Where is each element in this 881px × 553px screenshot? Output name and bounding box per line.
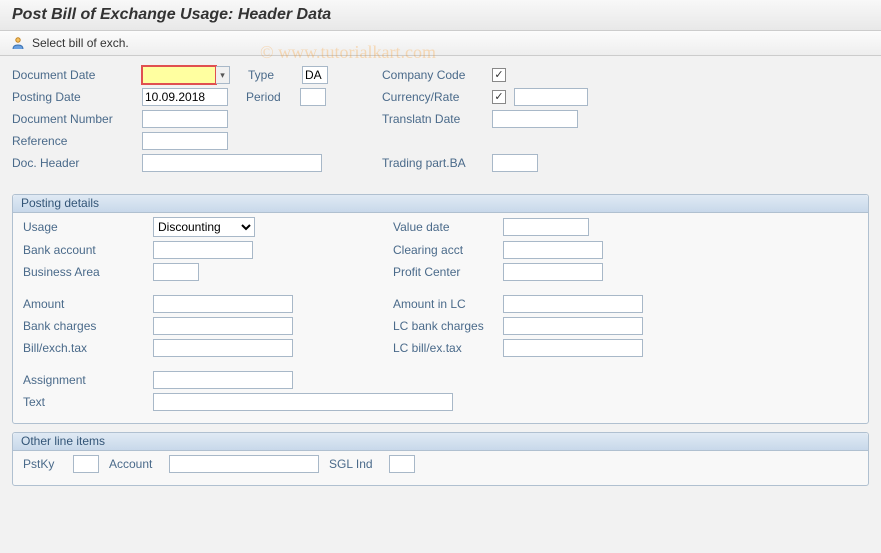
business-area-label: Business Area <box>23 265 153 279</box>
posting-date-input[interactable] <box>142 88 228 106</box>
document-number-label: Document Number <box>12 112 142 126</box>
document-date-input[interactable] <box>142 66 216 84</box>
assignment-label: Assignment <box>23 373 153 387</box>
header-fields: Document Date ▾ Type Company Code ✓ Post… <box>0 56 881 186</box>
currency-check-icon: ✓ <box>492 90 506 104</box>
document-number-input[interactable] <box>142 110 228 128</box>
lc-bill-ex-tax-label: LC bill/ex.tax <box>393 341 503 355</box>
amount-input[interactable] <box>153 295 293 313</box>
bill-exch-tax-label: Bill/exch.tax <box>23 341 153 355</box>
assignment-input[interactable] <box>153 371 293 389</box>
value-date-input[interactable] <box>503 218 589 236</box>
period-input[interactable] <box>300 88 326 106</box>
bank-account-label: Bank account <box>23 243 153 257</box>
posting-details-group: Posting details Usage Discounting Value … <box>12 194 869 424</box>
type-input[interactable] <box>302 66 328 84</box>
rate-input[interactable] <box>514 88 588 106</box>
usage-label: Usage <box>23 220 153 234</box>
title-bar: Post Bill of Exchange Usage: Header Data <box>0 0 881 31</box>
clearing-acct-input[interactable] <box>503 241 603 259</box>
bank-charges-label: Bank charges <box>23 319 153 333</box>
other-line-items-group: Other line items PstKy Account SGL Ind <box>12 432 869 486</box>
company-code-label: Company Code <box>382 68 492 82</box>
posting-details-legend: Posting details <box>13 195 868 213</box>
amount-label: Amount <box>23 297 153 311</box>
lc-bank-charges-label: LC bank charges <box>393 319 503 333</box>
pstky-input[interactable] <box>73 455 99 473</box>
select-bill-icon[interactable] <box>10 35 26 51</box>
select-bill-button[interactable]: Select bill of exch. <box>32 36 129 50</box>
business-area-input[interactable] <box>153 263 199 281</box>
reference-label: Reference <box>12 134 142 148</box>
page-title: Post Bill of Exchange Usage: Header Data <box>12 6 869 24</box>
amount-in-lc-label: Amount in LC <box>393 297 503 311</box>
trading-part-ba-input[interactable] <box>492 154 538 172</box>
account-input[interactable] <box>169 455 319 473</box>
bank-charges-input[interactable] <box>153 317 293 335</box>
posting-date-label: Posting Date <box>12 90 142 104</box>
value-date-label: Value date <box>393 220 503 234</box>
toolbar: Select bill of exch. <box>0 31 881 56</box>
trading-part-ba-label: Trading part.BA <box>382 156 492 170</box>
reference-input[interactable] <box>142 132 228 150</box>
account-label: Account <box>109 457 169 471</box>
period-label: Period <box>246 90 300 104</box>
text-input[interactable] <box>153 393 453 411</box>
other-line-items-legend: Other line items <box>13 433 868 451</box>
bank-account-input[interactable] <box>153 241 253 259</box>
text-label: Text <box>23 395 153 409</box>
currency-rate-label: Currency/Rate <box>382 90 492 104</box>
profit-center-label: Profit Center <box>393 265 503 279</box>
bill-exch-tax-input[interactable] <box>153 339 293 357</box>
company-code-check-icon: ✓ <box>492 68 506 82</box>
document-date-f4-icon[interactable]: ▾ <box>216 66 230 84</box>
lc-bank-charges-input[interactable] <box>503 317 643 335</box>
sgl-ind-input[interactable] <box>389 455 415 473</box>
type-label: Type <box>248 68 302 82</box>
amount-in-lc-input[interactable] <box>503 295 643 313</box>
pstky-label: PstKy <box>23 457 73 471</box>
doc-header-input[interactable] <box>142 154 322 172</box>
usage-select[interactable]: Discounting <box>153 217 255 237</box>
lc-bill-ex-tax-input[interactable] <box>503 339 643 357</box>
clearing-acct-label: Clearing acct <box>393 243 503 257</box>
doc-header-label: Doc. Header <box>12 156 142 170</box>
sgl-ind-label: SGL Ind <box>329 457 389 471</box>
profit-center-input[interactable] <box>503 263 603 281</box>
document-date-label: Document Date <box>12 68 142 82</box>
translatn-date-input[interactable] <box>492 110 578 128</box>
translatn-date-label: Translatn Date <box>382 112 492 126</box>
